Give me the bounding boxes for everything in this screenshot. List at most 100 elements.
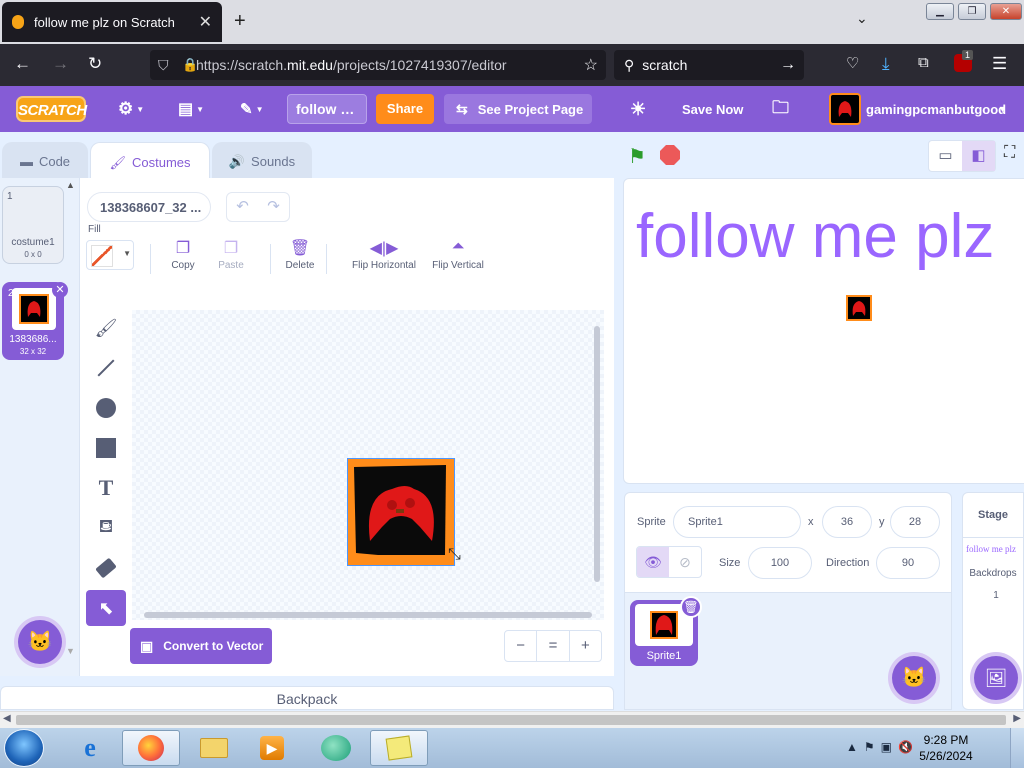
scratch-logo[interactable]: SCRATCH [16, 96, 87, 122]
text-tool[interactable]: T [86, 470, 126, 506]
browser-tab[interactable]: follow me plz on Scratch ✕ [2, 2, 222, 42]
tab-costumes[interactable]: 🖌 Costumes [90, 142, 210, 182]
pocket-icon[interactable]: ♡ [846, 54, 859, 72]
hide-eye-icon[interactable]: ⊘ [669, 547, 701, 577]
size-input[interactable]: 100 [748, 547, 812, 579]
scroll-down-arrow-icon[interactable]: ▼ [66, 646, 75, 656]
delete-sprite-button[interactable]: 🗑 [680, 596, 702, 618]
backpack-header[interactable]: Backpack [0, 686, 614, 710]
cat-plus-icon: 🐱 [901, 667, 927, 689]
extensions-icon[interactable]: ⧉ [918, 54, 929, 71]
file-explorer-icon[interactable] [188, 730, 240, 766]
search-go-arrow-icon[interactable]: → [780, 56, 796, 74]
stage-sprite[interactable] [846, 295, 872, 321]
undo-icon[interactable]: ↶ [227, 193, 258, 221]
canvas-horizontal-scrollbar[interactable] [144, 612, 592, 618]
small-stage-icon[interactable]: ▭ [929, 141, 962, 171]
bookmark-star-icon[interactable]: ☆ [584, 55, 598, 75]
username-label[interactable]: gamingpcmanbutgood [866, 86, 1006, 132]
zoom-out-icon[interactable]: − [505, 631, 538, 661]
fill-tool[interactable]: ⛾ [86, 510, 126, 546]
fill-color-picker[interactable]: ▼ [86, 240, 134, 270]
account-chevron-down-icon[interactable]: ▼ [998, 86, 1007, 132]
reload-icon[interactable]: ↻ [88, 54, 102, 74]
stage-canvas[interactable]: follow me plz [623, 178, 1024, 484]
scroll-left-arrow-icon[interactable]: ◀ [3, 713, 11, 724]
circle-tool[interactable] [86, 390, 126, 426]
costume-bitmap[interactable] [347, 458, 455, 566]
fullscreen-icon[interactable]: ⛶ [1004, 144, 1015, 162]
hamburger-menu-icon[interactable]: ☰ [992, 54, 1007, 74]
taskbar-clock[interactable]: 9:28 PM 5/26/2024 [918, 732, 974, 764]
back-arrow-icon[interactable]: ← [14, 54, 31, 74]
sprite-name-input[interactable]: Sprite1 [673, 506, 801, 538]
eraser-tool[interactable] [86, 550, 126, 586]
resize-handle-icon[interactable]: ⤡ [448, 546, 461, 564]
image-icon: ▣ [140, 637, 154, 654]
my-stuff-folder-icon[interactable]: 🗀 [772, 86, 789, 132]
close-window-button[interactable]: ✕ [990, 3, 1022, 20]
edit-menu[interactable]: ✎ ▼ [240, 86, 264, 132]
save-now-button[interactable]: Save Now [682, 86, 743, 132]
close-tab-icon[interactable]: ✕ [199, 12, 212, 32]
tab-code[interactable]: ▬ Code [2, 142, 88, 180]
theme-lightbulb-icon[interactable]: ☀ [630, 86, 646, 132]
page-horizontal-scrollbar[interactable]: ◀ ▶ [0, 711, 1024, 728]
show-desktop-button[interactable] [1010, 728, 1024, 768]
new-tab-button[interactable]: + [234, 10, 246, 33]
select-tool[interactable]: ⬉ [86, 590, 126, 626]
flip-horizontal-label: Flip Horizontal [352, 260, 416, 271]
brush-tool[interactable]: 🖌 [86, 310, 126, 346]
normal-stage-icon[interactable]: ◧ [962, 141, 995, 171]
project-title-input[interactable]: follow … [287, 94, 367, 124]
costume-size: 0 x 0 [24, 250, 42, 259]
rectangle-tool[interactable] [86, 430, 126, 466]
flip-horizontal-button[interactable]: ◀|▶ Flip Horizontal [348, 238, 420, 271]
maximize-window-button[interactable]: ❐ [958, 3, 986, 20]
add-costume-button[interactable]: 🐱 [18, 620, 62, 664]
direction-input[interactable]: 90 [876, 547, 940, 579]
tab-sounds[interactable]: 🔊 Sounds [212, 142, 312, 180]
green-app-icon[interactable] [310, 730, 362, 766]
sticky-notes-icon[interactable] [370, 730, 428, 766]
url-bar[interactable]: ⛉ 🔒 https://scratch.mit.edu/projects/102… [150, 50, 606, 80]
scroll-right-arrow-icon[interactable]: ▶ [1013, 713, 1021, 724]
copy-button[interactable]: ❐ Copy [164, 238, 202, 271]
system-tray-icons[interactable]: ▲⚑▣🔇 [846, 740, 919, 754]
paste-button[interactable]: ❐ Paste [212, 238, 250, 271]
x-input[interactable]: 36 [822, 506, 872, 538]
share-button[interactable]: Share [376, 94, 434, 124]
zoom-in-icon[interactable]: + [570, 631, 601, 661]
costume-item-1[interactable]: 1 costume1 0 x 0 [2, 186, 64, 264]
add-sprite-button[interactable]: 🐱 [892, 656, 936, 700]
tab-list-chevron-icon[interactable]: ⌄ [856, 10, 868, 27]
start-button[interactable] [4, 729, 44, 767]
show-eye-icon[interactable]: 👁 [637, 547, 669, 577]
forward-arrow-icon[interactable]: → [52, 54, 69, 74]
delete-costume-button[interactable]: ✕ [52, 282, 68, 298]
file-menu[interactable]: ▤ ▼ [178, 86, 204, 132]
add-backdrop-button[interactable]: 🖼 [974, 656, 1018, 700]
stop-sign-icon[interactable] [660, 145, 680, 165]
media-player-icon[interactable]: ▶ [246, 730, 298, 766]
downloads-icon[interactable]: ⤓ [882, 54, 890, 74]
delete-button[interactable]: 🗑 Delete [280, 238, 320, 271]
internet-explorer-icon[interactable]: e [64, 730, 116, 766]
see-project-page-button[interactable]: ⇆ See Project Page [444, 94, 592, 124]
scroll-up-arrow-icon[interactable]: ▲ [66, 180, 75, 190]
scrollbar-thumb[interactable] [16, 715, 1006, 725]
firefox-taskbar-icon[interactable] [122, 730, 180, 766]
zoom-reset-icon[interactable]: = [537, 631, 570, 661]
convert-to-vector-button[interactable]: ▣ Convert to Vector [130, 628, 272, 664]
costume-name-input[interactable]: 138368607_32 ... [87, 192, 211, 222]
y-input[interactable]: 28 [890, 506, 940, 538]
search-bar[interactable]: ⚲ scratch → [614, 50, 804, 80]
redo-icon[interactable]: ↷ [258, 193, 289, 221]
settings-menu[interactable]: ⚙ ▼ [118, 86, 144, 132]
canvas-vertical-scrollbar[interactable] [594, 326, 600, 582]
flip-vertical-button[interactable]: ⏶ Flip Vertical [428, 238, 488, 271]
line-tool[interactable] [86, 350, 126, 386]
minimize-window-button[interactable]: ▁ [926, 3, 954, 20]
avatar[interactable] [829, 93, 861, 125]
green-flag-icon[interactable]: ⚑ [628, 144, 646, 169]
